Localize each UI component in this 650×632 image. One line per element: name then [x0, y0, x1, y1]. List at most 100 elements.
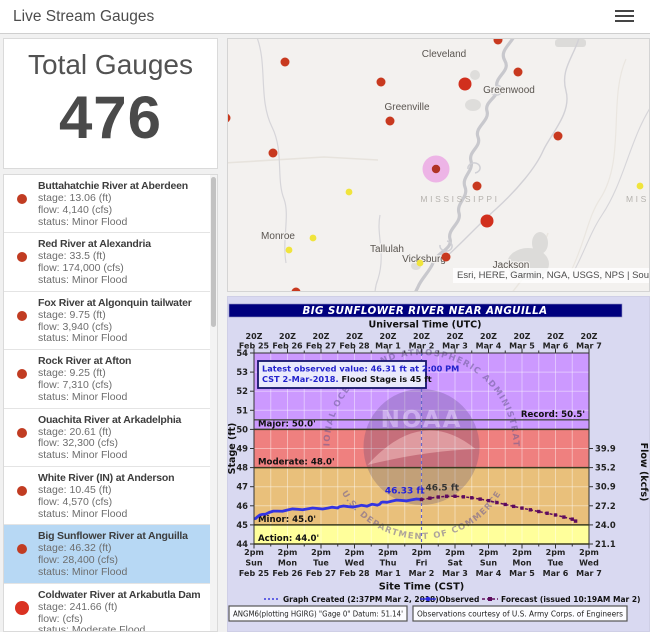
map-marker-flood[interactable]	[514, 68, 523, 77]
city-label: Greenville	[384, 102, 429, 113]
map-marker-action[interactable]	[346, 189, 353, 196]
gauge-list-item[interactable]: Ouachita River at Arkadelphiastage: 20.6…	[4, 409, 217, 467]
svg-text:46: 46	[236, 501, 248, 511]
map-marker-action[interactable]	[286, 247, 293, 254]
gauge-status-dot	[17, 311, 27, 321]
svg-text:20Z: 20Z	[313, 332, 330, 341]
map-marker-flood[interactable]	[473, 182, 482, 191]
map-marker-flood[interactable]	[386, 117, 395, 126]
forecast-peak-label: 46.5 ft	[425, 483, 459, 493]
gauge-status: status: Minor Flood	[38, 450, 203, 462]
map-marker-flood[interactable]	[269, 149, 278, 158]
svg-text:Mar 4: Mar 4	[476, 569, 502, 578]
chart-top-axis-label: Universal Time (UTC)	[369, 320, 482, 331]
city-label: Cleveland	[422, 49, 466, 60]
map-marker-flood[interactable]	[281, 58, 290, 67]
gauge-list-item[interactable]: Buttahatchie River at Aberdeenstage: 13.…	[4, 175, 217, 233]
svg-text:Latest observed value: 46.31 f: Latest observed value: 46.31 ft at 2:00 …	[262, 364, 459, 374]
svg-text:Graph Created (2:37PM Mar 2, 2: Graph Created (2:37PM Mar 2, 2018)	[283, 595, 439, 604]
svg-text:45: 45	[236, 520, 248, 530]
gauge-status: status: Minor Flood	[38, 275, 203, 287]
svg-text:Sun: Sun	[480, 559, 497, 568]
svg-text:Minor: 45.0': Minor: 45.0'	[258, 515, 316, 525]
gauge-list-item[interactable]: Big Sunflower River at Anguillastage: 46…	[4, 525, 217, 583]
map-marker-action[interactable]	[637, 183, 644, 190]
city-label: Vicksburg	[402, 254, 446, 265]
svg-text:51: 51	[236, 405, 248, 415]
map-marker-action[interactable]	[310, 235, 317, 242]
map-marker-action[interactable]	[417, 260, 424, 267]
svg-text:2pm: 2pm	[512, 548, 532, 557]
gauge-status-dot	[17, 428, 27, 438]
svg-text:Record: 50.5': Record: 50.5'	[521, 410, 585, 420]
map-marker-selected[interactable]	[432, 165, 440, 173]
gauge-list-item[interactable]: Coldwater River at Arkabutla Damstage: 2…	[4, 584, 217, 632]
svg-text:Thu: Thu	[380, 559, 397, 568]
svg-text:39.9: 39.9	[595, 444, 616, 454]
gauge-list-item[interactable]: Rock River at Aftonstage: 9.25 (ft)flow:…	[4, 350, 217, 408]
gauge-name: White River (IN) at Anderson	[38, 472, 203, 485]
svg-text:Major: 50.0': Major: 50.0'	[258, 419, 316, 429]
svg-text:54: 54	[236, 348, 248, 358]
gauge-list: Buttahatchie River at Aberdeenstage: 13.…	[4, 175, 217, 632]
svg-text:20Z: 20Z	[413, 332, 430, 341]
gauge-list-item[interactable]: White River (IN) at Andersonstage: 10.45…	[4, 467, 217, 525]
gauge-name: Coldwater River at Arkabutla Dam	[38, 589, 203, 602]
svg-text:47: 47	[236, 482, 248, 492]
svg-text:48: 48	[236, 463, 248, 473]
gauge-status-dot	[17, 194, 27, 204]
map-panel: MISSISSIPPIMISSISS ClevelandGreenwoodGre…	[227, 38, 650, 292]
svg-text:20Z: 20Z	[447, 332, 464, 341]
gauge-status-dot	[17, 544, 27, 554]
gauge-flow: flow: 4,140 (cfs)	[38, 205, 203, 217]
svg-text:Feb 27: Feb 27	[306, 569, 336, 578]
city-label: Monroe	[261, 231, 295, 242]
svg-text:ANGM6(plotting HGIRG) "Gage 0": ANGM6(plotting HGIRG) "Gage 0" Datum: 51…	[233, 610, 403, 619]
chart-bottom-axis-label: Site Time (CST)	[379, 582, 465, 593]
gauge-status: status: Minor Flood	[38, 509, 203, 521]
map-marker-flood[interactable]	[481, 215, 494, 228]
svg-text:Mar 6: Mar 6	[543, 569, 569, 578]
svg-text:53: 53	[236, 367, 248, 377]
gauge-name: Fox River at Algonquin tailwater	[38, 297, 203, 310]
gauge-status-dot	[15, 601, 29, 615]
svg-text:27.2: 27.2	[595, 501, 616, 511]
svg-text:Wed: Wed	[345, 559, 365, 568]
map-marker-flood[interactable]	[442, 253, 451, 262]
gauge-status: status: Minor Flood	[38, 392, 203, 404]
gauge-status: status: Moderate Flood	[38, 625, 203, 632]
svg-text:Mar 3: Mar 3	[442, 569, 468, 578]
svg-text:Feb 28: Feb 28	[339, 569, 370, 578]
svg-text:Feb 26: Feb 26	[272, 569, 303, 578]
map-marker-flood[interactable]	[377, 78, 386, 87]
svg-text:2pm: 2pm	[546, 548, 566, 557]
svg-text:2pm: 2pm	[479, 548, 499, 557]
gauge-list-item[interactable]: Red River at Alexandriastage: 33.5 (ft)f…	[4, 233, 217, 291]
map-canvas[interactable]: MISSISSIPPIMISSISS ClevelandGreenwoodGre…	[228, 39, 649, 291]
svg-text:Feb 25: Feb 25	[239, 569, 270, 578]
gauge-list-item[interactable]: Fox River at Algonquin tailwaterstage: 9…	[4, 292, 217, 350]
city-label: Greenwood	[483, 85, 535, 96]
svg-text:Mar 7: Mar 7	[576, 569, 602, 578]
svg-text:Fri: Fri	[416, 559, 428, 568]
list-scrollbar-thumb[interactable]	[211, 177, 216, 327]
svg-text:2pm: 2pm	[278, 548, 298, 557]
map-marker-flood[interactable]	[459, 78, 472, 91]
hamburger-menu-icon[interactable]	[615, 10, 634, 23]
state-label: MISSISS	[626, 194, 649, 204]
svg-text:2pm: 2pm	[412, 548, 432, 557]
svg-text:20Z: 20Z	[480, 332, 497, 341]
gauge-status-dot	[17, 486, 27, 496]
gauge-stage: stage: 10.45 (ft)	[38, 485, 203, 497]
svg-text:20Z: 20Z	[581, 332, 598, 341]
gauge-stage: stage: 241.66 (ft)	[38, 602, 203, 614]
svg-text:20Z: 20Z	[246, 332, 263, 341]
svg-text:Moderate: 48.0': Moderate: 48.0'	[258, 458, 335, 468]
svg-text:Tue: Tue	[548, 559, 564, 568]
app-title: Live Stream Gauges	[13, 8, 154, 26]
gauge-stage: stage: 9.75 (ft)	[38, 310, 203, 322]
map-marker-flood[interactable]	[554, 132, 563, 141]
svg-text:2pm: 2pm	[579, 548, 599, 557]
svg-text:20Z: 20Z	[346, 332, 363, 341]
svg-text:50: 50	[236, 424, 248, 434]
